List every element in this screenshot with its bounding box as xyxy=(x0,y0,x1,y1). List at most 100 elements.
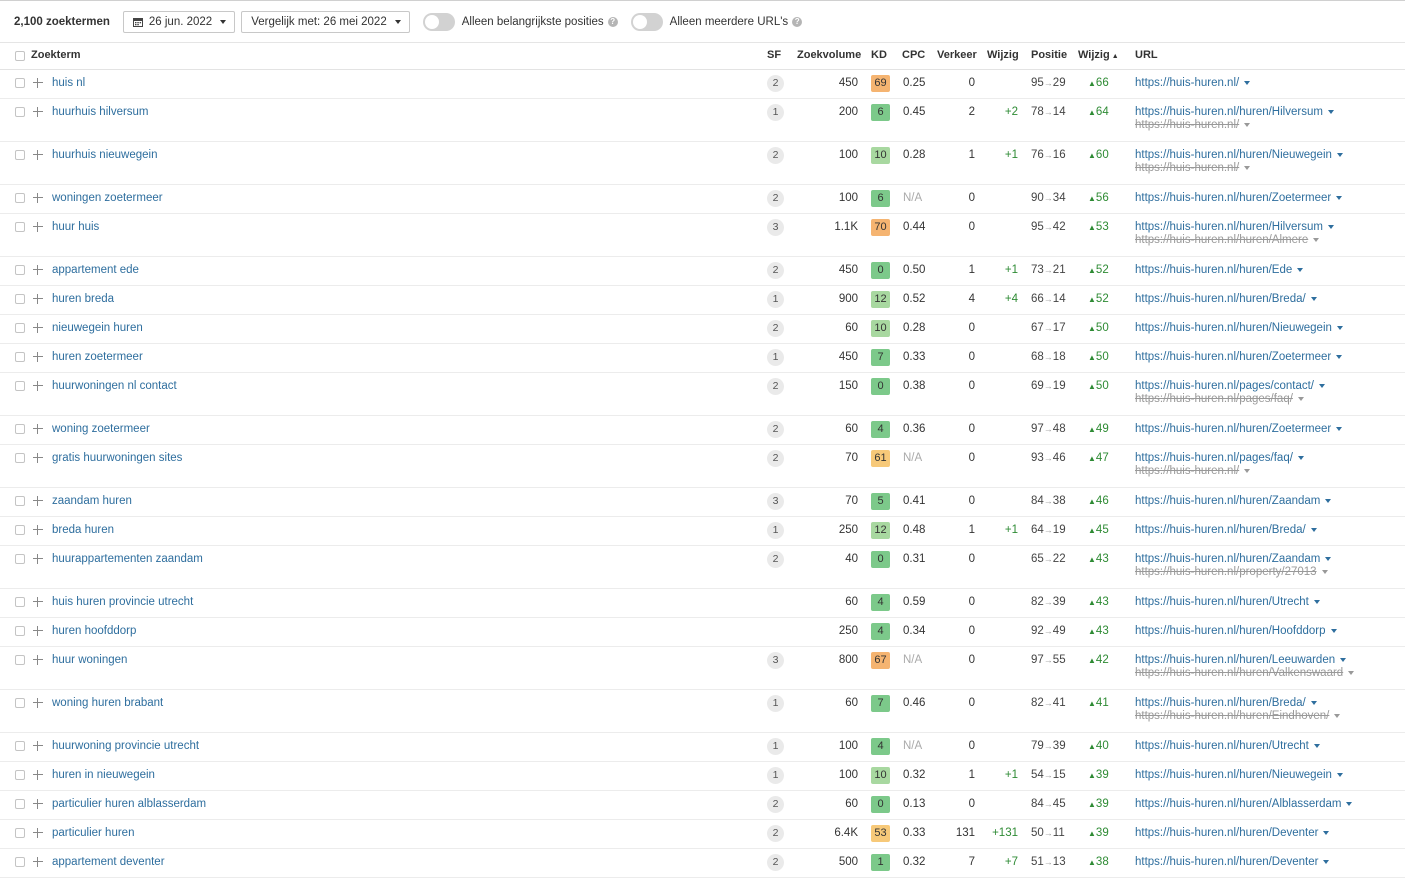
chevron-down-icon[interactable] xyxy=(1346,801,1353,806)
header-sf[interactable]: SF xyxy=(767,49,781,61)
serp-features-badge[interactable]: 2 xyxy=(767,450,784,467)
ranking-url[interactable]: https://huis-huren.nl/huren/Deventer xyxy=(1135,856,1330,868)
serp-features-badge[interactable]: 2 xyxy=(767,421,784,438)
chevron-down-icon[interactable] xyxy=(1325,556,1332,561)
row-checkbox[interactable] xyxy=(15,424,25,434)
keyword-link[interactable]: huur woningen xyxy=(52,654,127,666)
serp-features-badge[interactable]: 2 xyxy=(767,262,784,279)
chevron-down-icon[interactable] xyxy=(1340,657,1347,662)
ranking-url[interactable]: https://huis-huren.nl/huren/Nieuwegein xyxy=(1135,322,1343,334)
serp-features-badge[interactable]: 3 xyxy=(767,652,784,669)
keyword-link[interactable]: huren hoofddorp xyxy=(52,625,136,637)
keyword-link[interactable]: particulier huren xyxy=(52,827,134,839)
serp-features-badge[interactable]: 2 xyxy=(767,190,784,207)
ranking-url[interactable]: https://huis-huren.nl/huren/Deventer xyxy=(1135,827,1330,839)
add-plus-icon[interactable] xyxy=(33,597,43,607)
row-checkbox[interactable] xyxy=(15,828,25,838)
ranking-url[interactable]: https://huis-huren.nl/huren/Zoetermeer xyxy=(1135,351,1343,363)
serp-features-badge[interactable]: 3 xyxy=(767,219,784,236)
row-checkbox[interactable] xyxy=(15,222,25,232)
row-checkbox[interactable] xyxy=(15,150,25,160)
chevron-down-icon[interactable] xyxy=(1297,267,1304,272)
chevron-down-icon[interactable] xyxy=(1336,325,1343,330)
row-checkbox[interactable] xyxy=(15,525,25,535)
header-traffic[interactable]: Verkeer xyxy=(937,49,977,61)
date-picker-button[interactable]: 26 jun. 2022 xyxy=(122,11,236,33)
ranking-url[interactable]: https://huis-huren.nl/huren/Breda/ xyxy=(1135,697,1340,709)
keyword-link[interactable]: huis nl xyxy=(52,77,85,89)
serp-features-badge[interactable]: 2 xyxy=(767,147,784,164)
ranking-url[interactable]: https://huis-huren.nl/huren/Nieuwegein xyxy=(1135,769,1343,781)
chevron-down-icon[interactable] xyxy=(1244,80,1251,85)
row-checkbox[interactable] xyxy=(15,265,25,275)
chevron-down-icon[interactable] xyxy=(1297,396,1304,401)
keyword-link[interactable]: huur huis xyxy=(52,221,99,233)
header-position[interactable]: Positie xyxy=(1031,49,1067,61)
keyword-link[interactable]: huren in nieuwegein xyxy=(52,769,155,781)
keyword-link[interactable]: nieuwegein huren xyxy=(52,322,143,334)
add-plus-icon[interactable] xyxy=(33,741,43,751)
header-keyword[interactable]: Zoekterm xyxy=(31,49,81,61)
serp-features-badge[interactable]: 3 xyxy=(767,493,784,510)
row-checkbox[interactable] xyxy=(15,107,25,117)
row-checkbox[interactable] xyxy=(15,294,25,304)
row-checkbox[interactable] xyxy=(15,381,25,391)
chevron-down-icon[interactable] xyxy=(1327,224,1334,229)
serp-features-badge[interactable]: 2 xyxy=(767,320,784,337)
ranking-url[interactable]: https://huis-huren.nl/huren/Zoetermeer xyxy=(1135,423,1343,435)
header-kd[interactable]: KD xyxy=(871,49,887,61)
row-checkbox[interactable] xyxy=(15,323,25,333)
previous-url[interactable]: https://huis-huren.nl/huren/Valkenswaard xyxy=(1135,667,1355,679)
header-cpc[interactable]: CPC xyxy=(902,49,925,61)
chevron-down-icon[interactable] xyxy=(1310,296,1317,301)
row-checkbox[interactable] xyxy=(15,741,25,751)
keyword-link[interactable]: appartement ede xyxy=(52,264,139,276)
header-volume[interactable]: Zoekvolume xyxy=(797,49,861,61)
ranking-url[interactable]: https://huis-huren.nl/huren/Zoetermeer xyxy=(1135,192,1343,204)
keyword-link[interactable]: huurappartementen zaandam xyxy=(52,553,203,565)
row-checkbox[interactable] xyxy=(15,496,25,506)
serp-features-badge[interactable]: 2 xyxy=(767,551,784,568)
add-plus-icon[interactable] xyxy=(33,770,43,780)
chevron-down-icon[interactable] xyxy=(1334,713,1341,718)
serp-features-badge[interactable]: 1 xyxy=(767,291,784,308)
chevron-down-icon[interactable] xyxy=(1244,468,1251,473)
serp-features-badge[interactable]: 1 xyxy=(767,767,784,784)
ranking-url[interactable]: https://huis-huren.nl/huren/Utrecht xyxy=(1135,740,1320,752)
chevron-down-icon[interactable] xyxy=(1244,122,1251,127)
chevron-down-icon[interactable] xyxy=(1244,165,1251,170)
keyword-link[interactable]: huis huren provincie utrecht xyxy=(52,596,193,608)
ranking-url[interactable]: https://huis-huren.nl/huren/Breda/ xyxy=(1135,524,1317,536)
ranking-url[interactable]: https://huis-huren.nl/huren/Utrecht xyxy=(1135,596,1320,608)
chevron-down-icon[interactable] xyxy=(1310,700,1317,705)
chevron-down-icon[interactable] xyxy=(1319,383,1325,388)
keyword-link[interactable]: huurhuis nieuwegein xyxy=(52,149,158,161)
keyword-link[interactable]: woning huren brabant xyxy=(52,697,163,709)
keyword-link[interactable]: zaandam huren xyxy=(52,495,132,507)
ranking-url[interactable]: https://huis-huren.nl/huren/Hoofddorp xyxy=(1135,625,1337,637)
add-plus-icon[interactable] xyxy=(33,352,43,362)
previous-url[interactable]: https://huis-huren.nl/pages/faq/ xyxy=(1135,393,1325,405)
serp-features-badge[interactable]: 2 xyxy=(767,796,784,813)
toggle-main-positions[interactable] xyxy=(422,13,455,31)
ranking-url[interactable]: https://huis-huren.nl/huren/Zaandam xyxy=(1135,553,1332,565)
serp-features-badge[interactable]: 1 xyxy=(767,104,784,121)
row-checkbox[interactable] xyxy=(15,655,25,665)
chevron-down-icon[interactable] xyxy=(1327,109,1334,114)
chevron-down-icon[interactable] xyxy=(1313,237,1320,242)
row-checkbox[interactable] xyxy=(15,597,25,607)
add-plus-icon[interactable] xyxy=(33,554,43,564)
keyword-link[interactable]: woning zoetermeer xyxy=(52,423,150,435)
header-position-change[interactable]: Wijzig ▲ xyxy=(1078,49,1119,61)
add-plus-icon[interactable] xyxy=(33,78,43,88)
keyword-link[interactable]: woningen zoetermeer xyxy=(52,192,163,204)
serp-features-badge[interactable]: 1 xyxy=(767,522,784,539)
add-plus-icon[interactable] xyxy=(33,698,43,708)
serp-features-badge[interactable]: 2 xyxy=(767,378,784,395)
add-plus-icon[interactable] xyxy=(33,323,43,333)
serp-features-badge[interactable]: 1 xyxy=(767,349,784,366)
ranking-url[interactable]: https://huis-huren.nl/huren/Alblasserdam xyxy=(1135,798,1353,810)
add-plus-icon[interactable] xyxy=(33,150,43,160)
add-plus-icon[interactable] xyxy=(33,424,43,434)
keyword-link[interactable]: breda huren xyxy=(52,524,114,536)
